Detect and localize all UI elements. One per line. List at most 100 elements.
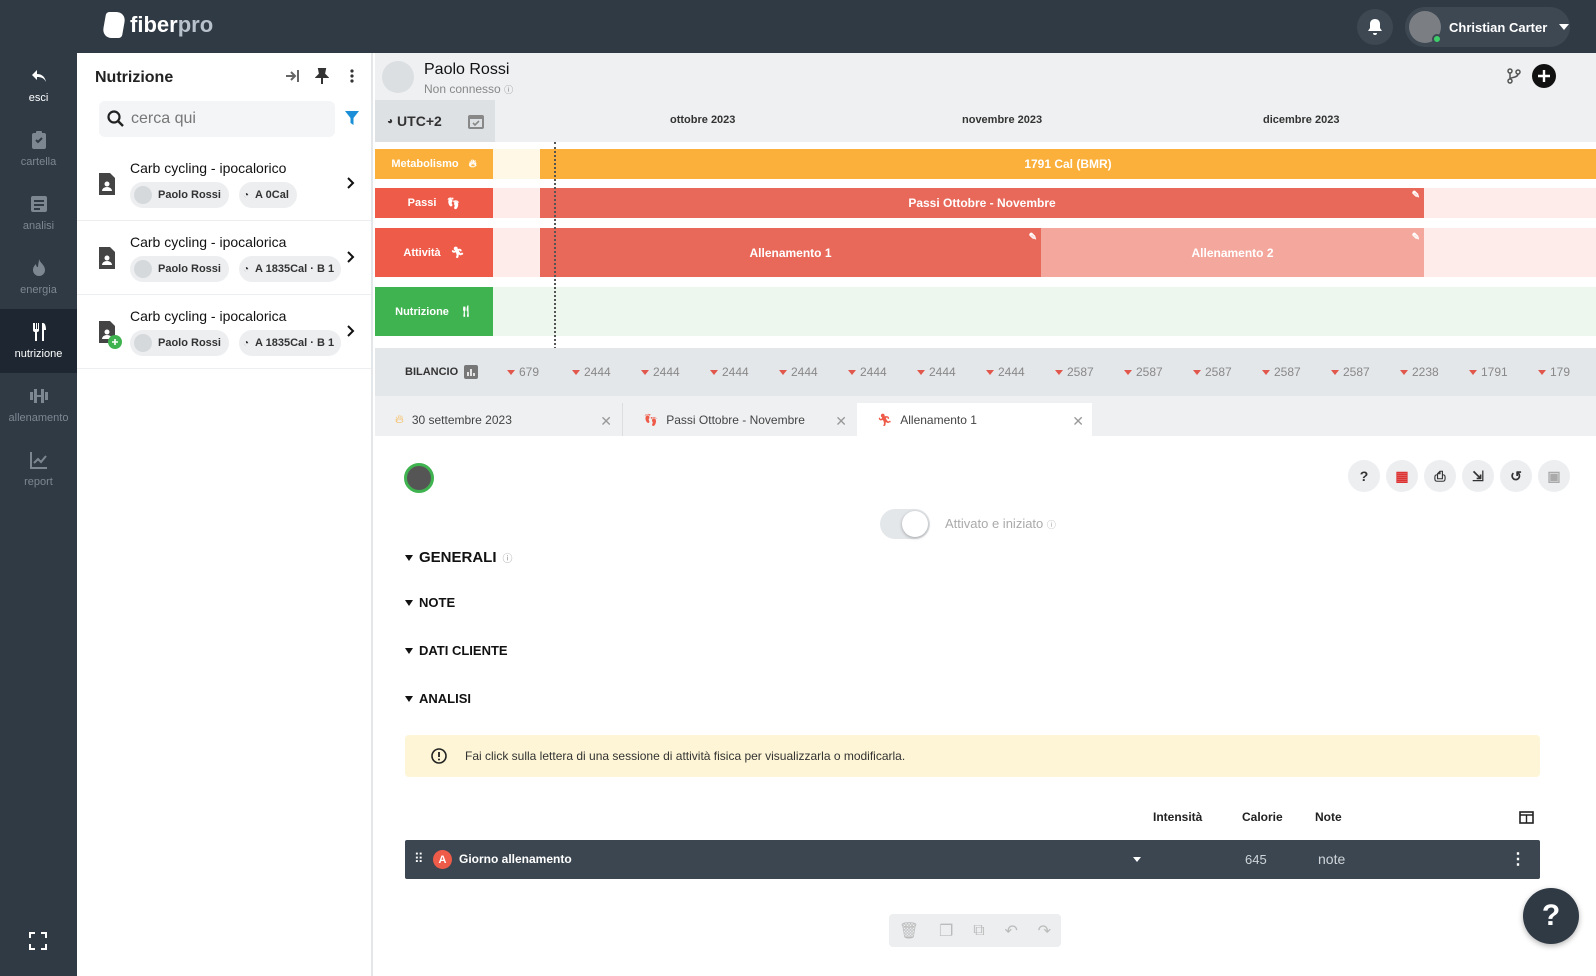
columns-icon[interactable] [1519, 811, 1534, 824]
section-analisi[interactable]: ANALISI [405, 691, 471, 706]
table-row[interactable]: ⠿ A Giorno allenamento 645 note ⋮ [405, 840, 1540, 879]
section-dati-cliente[interactable]: DATI CLIENTE [405, 643, 508, 658]
bilancio-value[interactable]: 2444 [986, 365, 1025, 379]
bilancio-value[interactable]: 679 [507, 365, 539, 379]
bilancio-value[interactable]: 2444 [572, 365, 611, 379]
nav-item-energia[interactable]: energia [0, 245, 77, 309]
more-vertical-icon[interactable] [345, 68, 359, 84]
lane-passi: Passi 👣︎ Passi Ottobre - Novembre ✎ [375, 188, 1596, 218]
redo-icon[interactable]: ↷ [1038, 921, 1051, 941]
tab-passi[interactable]: 👣︎ Passi Ottobre - Novembre ✕ [622, 403, 855, 436]
search-icon [107, 110, 124, 127]
metabolismo-bar[interactable]: 1791 Cal (BMR) [540, 149, 1596, 179]
tab-allenamento-1[interactable]: 🏃︎ Allenamento 1 ✕ [857, 403, 1092, 436]
edit-icon[interactable]: ✎ [1412, 190, 1420, 201]
fork-knife-icon [32, 323, 46, 341]
list-item[interactable]: Carb cycling - ipocalorica Paolo Rossi ◔… [77, 295, 371, 369]
section-generali[interactable]: GENERALI ⓘ [405, 549, 513, 566]
edit-icon[interactable]: ✎ [1029, 232, 1037, 243]
history-button[interactable]: ↺ [1500, 460, 1532, 492]
drag-handle-icon[interactable]: ⠿ [414, 851, 423, 867]
section-title: DATI CLIENTE [419, 643, 508, 658]
undo-icon[interactable]: ↶ [1004, 921, 1017, 941]
session-letter-badge[interactable]: A [433, 850, 452, 869]
bilancio-value[interactable]: 2587 [1193, 365, 1232, 379]
lane-label-nutrizione[interactable]: Nutrizione 🍴︎ [375, 287, 493, 336]
pie-icon: ◔ [243, 189, 250, 201]
nav-item-analisi[interactable]: analisi [0, 181, 77, 245]
intensity-dropdown[interactable] [1133, 857, 1141, 862]
print-button[interactable]: ⎙ [1424, 460, 1456, 492]
logo[interactable]: fiber pro [101, 12, 213, 38]
pie-icon: ◔ [243, 337, 250, 349]
bilancio-label: BILANCIO [405, 365, 479, 379]
bilancio-value[interactable]: 2444 [779, 365, 818, 379]
save-button[interactable]: ▣ [1538, 460, 1570, 492]
bilancio-value[interactable]: 2587 [1262, 365, 1301, 379]
trash-icon[interactable]: 🗑︎ [899, 921, 919, 941]
passi-bar[interactable]: Passi Ottobre - Novembre ✎ [540, 188, 1424, 218]
bilancio-value[interactable]: 2444 [710, 365, 749, 379]
close-icon[interactable]: ✕ [835, 413, 847, 430]
tab-label: Allenamento 1 [900, 412, 977, 427]
bar-chart-icon[interactable] [464, 365, 479, 379]
nav-item-allenamento[interactable]: allenamento [0, 373, 77, 437]
duplicate-icon[interactable]: ⧉ [973, 922, 984, 940]
avatar [134, 186, 152, 204]
bilancio-value[interactable]: 2444 [848, 365, 887, 379]
row-note[interactable]: note [1318, 851, 1345, 867]
nav-item-cartella[interactable]: cartella [0, 117, 77, 181]
calendar-icon[interactable] [467, 113, 484, 129]
active-toggle[interactable] [880, 509, 930, 539]
allenamento-1-bar[interactable]: Allenamento 1 ✎ [540, 228, 1041, 277]
user-menu[interactable]: Christian Carter [1405, 7, 1570, 47]
notifications-button[interactable] [1357, 9, 1393, 45]
lane-label-attivita[interactable]: Attività 🏃︎ [375, 228, 493, 277]
nav-label: report [24, 476, 53, 488]
help-fab[interactable]: ? [1523, 888, 1579, 944]
calories-chip: ◔ A 1835Cal · B 1 [239, 330, 341, 356]
question-icon: ? [1541, 899, 1561, 932]
branch-icon[interactable] [1507, 68, 1521, 84]
copy-icon[interactable]: ❐ [939, 921, 953, 941]
bilancio-value[interactable]: 1791 [1469, 365, 1508, 379]
lane-metabolismo: Metabolismo 🔥︎ 1791 Cal (BMR) [375, 149, 1596, 179]
nav-label: nutrizione [14, 348, 63, 360]
search-input[interactable]: cerca qui [99, 101, 335, 137]
fullscreen-icon[interactable] [29, 932, 47, 950]
add-circle-icon[interactable] [1532, 64, 1556, 88]
close-icon[interactable]: ✕ [1072, 413, 1084, 430]
filter-icon[interactable] [345, 111, 359, 125]
delete-calendar-button[interactable]: ▦ [1386, 460, 1418, 492]
list-item[interactable]: Carb cycling - ipocalorica Paolo Rossi ◔… [77, 221, 371, 295]
lane-label-metabolismo[interactable]: Metabolismo 🔥︎ [375, 149, 493, 179]
allenamento-2-bar[interactable]: Allenamento 2 ✎ [1041, 228, 1424, 277]
bilancio-value[interactable]: 2587 [1124, 365, 1163, 379]
nav-item-report[interactable]: report [0, 437, 77, 501]
bilancio-value[interactable]: 179 [1538, 365, 1570, 379]
user-avatar [1409, 11, 1442, 44]
lane-label-passi[interactable]: Passi 👣︎ [375, 188, 493, 218]
help-button[interactable]: ? [1348, 460, 1380, 492]
bilancio-value[interactable]: 2238 [1400, 365, 1439, 379]
tab-30-settembre[interactable]: 🔥︎ 30 settembre 2023 ✕ [375, 403, 620, 436]
nav-item-esci[interactable]: esci [0, 53, 77, 117]
bilancio-value[interactable]: 2444 [641, 365, 680, 379]
collapse-panel-icon[interactable] [285, 68, 299, 84]
chevron-down-icon [405, 695, 413, 702]
chevron-down-icon [1559, 24, 1570, 30]
printer-icon: ⎙ [1434, 467, 1446, 484]
bilancio-value[interactable]: 2444 [917, 365, 956, 379]
more-vertical-icon[interactable]: ⋮ [1510, 849, 1526, 869]
timezone-selector[interactable]: ◕ UTC+2 [375, 100, 495, 142]
section-note[interactable]: NOTE [405, 595, 455, 610]
chevron-down-icon [405, 554, 413, 561]
close-icon[interactable]: ✕ [600, 413, 612, 430]
bilancio-value[interactable]: 2587 [1055, 365, 1094, 379]
list-item[interactable]: Carb cycling - ipocalorico Paolo Rossi ◔… [77, 147, 371, 221]
edit-icon[interactable]: ✎ [1412, 232, 1420, 243]
bilancio-value[interactable]: 2587 [1331, 365, 1370, 379]
nav-item-nutrizione[interactable]: nutrizione [0, 309, 77, 373]
export-button[interactable]: ⇲ [1462, 460, 1494, 492]
pin-icon[interactable] [315, 68, 329, 84]
